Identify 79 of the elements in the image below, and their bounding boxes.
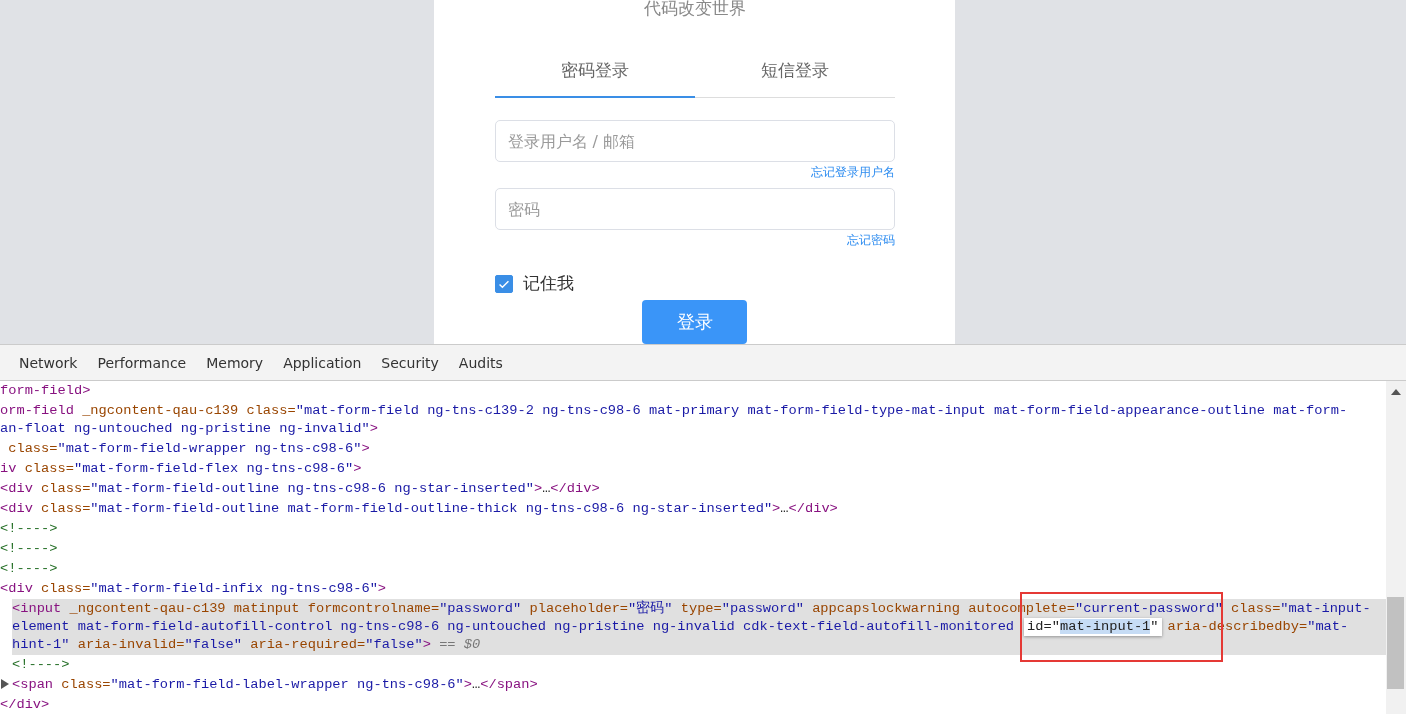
attribute-name: _ngcontent-qau-c139 class=	[81, 403, 296, 418]
attribute-value: "mat-form-field-outline ng-tns-c98-6 ng-star-inserted"	[90, 481, 534, 496]
tag-text: >	[533, 481, 543, 496]
attribute-value: "current-password"	[1075, 601, 1223, 616]
tag-text: </div>	[550, 481, 600, 496]
attribute-value: "密码"	[628, 601, 673, 616]
attribute-value: hint-1"	[12, 637, 70, 652]
remember-label: 记住我	[522, 272, 574, 295]
tag-text: <span	[12, 677, 54, 692]
comment-text: <!---->	[0, 521, 58, 536]
tag-text: </div>	[0, 697, 50, 712]
tag-text: >	[361, 441, 370, 456]
attribute-value: "mat-	[1307, 619, 1349, 634]
attribute-value: element mat-form-field-autofill-control ng-tns-c98-6 ng-untouched ng-pristine ng-invalid cdk-text-field-autofill-monitored	[12, 619, 1015, 634]
scroll-up-icon[interactable]	[1391, 389, 1401, 395]
tag-text: >	[772, 501, 781, 516]
attribute-tooltip: id="mat-input-1"	[1024, 618, 1162, 636]
forgot-link[interactable]: 忘记登录用户名	[810, 164, 895, 180]
attribute-name: type=	[679, 601, 722, 616]
attribute-value: "password"	[721, 601, 804, 616]
comment-text: <!---->	[0, 541, 58, 556]
attribute-name: class=	[40, 481, 91, 496]
comment-text: <!---->	[12, 657, 70, 672]
attribute-name: class=	[1230, 601, 1281, 616]
ellipsis-text: …	[542, 481, 551, 496]
attribute-value: an-float ng-untouched ng-pristine ng-invalid"	[0, 421, 370, 436]
tag-text: </div>	[788, 501, 838, 516]
attribute-name: _ngcontent-qau-c139 matinput formcontrolname=	[68, 601, 440, 616]
tag-text: >	[353, 461, 362, 476]
attribute-name: class=	[40, 581, 91, 596]
site-slogan: 代码改变世界	[643, 0, 746, 18]
tag-text: <div	[0, 581, 33, 596]
tag-text: <div	[0, 481, 33, 496]
attribute-value: "mat-form-field ng-tns-c139-2 ng-tns-c98-6 mat-primary mat-form-field-type-mat-input mat-form-field-appearance-outline mat-form-	[295, 403, 1348, 418]
attribute-name: class=	[60, 677, 111, 692]
tag-text: </span>	[480, 677, 538, 692]
devtools-tab[interactable]: Network	[9, 347, 88, 378]
tag-text: form-field>	[0, 383, 91, 398]
attribute-name: placeholder=	[528, 601, 629, 616]
devtools-tab[interactable]: Performance	[87, 347, 197, 378]
comment-text: <!---->	[0, 561, 58, 576]
attribute-name: aria-required=	[249, 637, 366, 652]
ellipsis-text: …	[472, 677, 481, 692]
login-tab[interactable]: 短信登录	[694, 52, 895, 98]
ellipsis-text: …	[780, 501, 789, 516]
collapsed-triangle-icon[interactable]	[1, 679, 9, 689]
login-tab[interactable]: 密码登录	[494, 52, 695, 98]
tag-text: iv	[0, 461, 17, 476]
tag-text: <div	[0, 501, 33, 516]
devtools-tab[interactable]: Audits	[448, 347, 513, 378]
attribute-value: "mat-form-field-infix ng-tns-c98-6"	[90, 581, 378, 596]
tag-text: >	[463, 677, 472, 692]
attribute-value: "mat-form-field-label-wrapper ng-tns-c98-6"	[110, 677, 464, 692]
attribute-name: class=	[40, 501, 91, 516]
scrollbar-thumb[interactable]	[1387, 597, 1404, 689]
selected-ref-text: == $0	[438, 637, 481, 652]
devtools-tab[interactable]: Security	[371, 347, 449, 378]
attribute-value: "false"	[365, 637, 423, 652]
tag-text: >	[422, 637, 431, 652]
attribute-value: "mat-form-field-outline mat-form-field-outline-thick ng-tns-c98-6 ng-star-inserted"	[90, 501, 773, 516]
attribute-value: "mat-form-field-flex ng-tns-c98-6"	[73, 461, 354, 476]
devtools-tab[interactable]: Application	[273, 347, 372, 378]
attribute-value: "mat-input-	[1280, 601, 1371, 616]
tag-text: >	[377, 581, 387, 596]
scrollbar[interactable]	[1386, 381, 1406, 714]
devtools-tab[interactable]: Memory	[196, 347, 274, 378]
input-field[interactable]: 密码	[494, 188, 895, 230]
attribute-name: class=	[7, 441, 58, 456]
attribute-value: "mat-form-field-wrapper ng-tns-c98-6"	[57, 441, 362, 456]
attribute-name: class=	[23, 461, 74, 476]
input-field[interactable]: 登录用户名 / 邮箱	[494, 120, 895, 162]
tag-text: <input	[12, 601, 62, 616]
remember-checkbox[interactable]	[494, 274, 513, 293]
attribute-value: "false"	[184, 637, 242, 652]
forgot-link[interactable]: 忘记密码	[846, 232, 895, 248]
attribute-name: aria-invalid=	[76, 637, 185, 652]
tag-text: >	[369, 421, 378, 436]
tag-text: orm-field	[0, 403, 74, 418]
attribute-value: "password"	[439, 601, 522, 616]
